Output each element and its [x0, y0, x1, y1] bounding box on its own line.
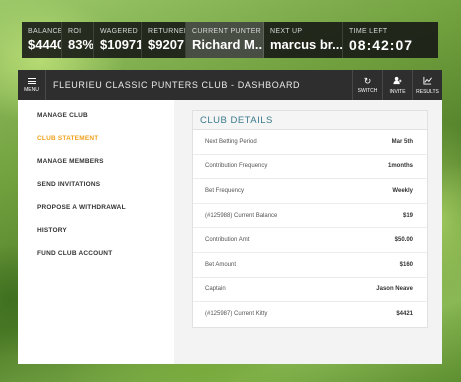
- sidebar-item-propose-withdrawal[interactable]: PROPOSE A WITHDRAWAL: [18, 201, 174, 224]
- top-bar: MENU FLEURIEU CLASSIC PUNTERS CLUB - DAS…: [18, 70, 442, 100]
- detail-value: Jason Neave: [376, 286, 413, 293]
- detail-key: (#125987) Current Kitty: [205, 311, 268, 318]
- results-label: RESULTS: [416, 88, 439, 95]
- detail-key: Contribution Amt: [205, 237, 250, 244]
- sidebar-item-manage-club[interactable]: MANAGE CLUB: [18, 109, 174, 132]
- stat-label: WAGERED: [100, 28, 139, 35]
- detail-row: (#125988) Current Balance $19: [193, 204, 427, 229]
- detail-row: (#125987) Current Kitty $4421: [193, 302, 427, 327]
- stat-value: 83%: [68, 37, 94, 52]
- stat-roi: ROI 83%: [62, 22, 94, 58]
- detail-row: Bet Frequency Weekly: [193, 179, 427, 204]
- menu-label: MENU: [24, 86, 39, 93]
- sidebar-item-manage-members[interactable]: MANAGE MEMBERS: [18, 155, 174, 178]
- stat-current-punter: CURRENT PUNTER Richard M...: [186, 22, 264, 58]
- stat-label: CURRENT PUNTER: [192, 28, 262, 35]
- sidebar-item-history[interactable]: HISTORY: [18, 224, 174, 247]
- stat-value: $9207: [148, 37, 185, 52]
- sidebar-item-club-statement[interactable]: CLUB STATEMENT: [18, 132, 174, 155]
- stats-bar: BALANCE $4440 ROI 83% WAGERED $10971 RET…: [22, 22, 438, 58]
- detail-row: Bet Amount $160: [193, 253, 427, 278]
- stat-time-left: TIME LEFT 08:42:07: [343, 22, 438, 58]
- detail-key: Bet Amount: [205, 261, 237, 268]
- page-title: FLEURIEU CLASSIC PUNTERS CLUB - DASHBOAR…: [53, 80, 301, 90]
- stat-wagered: WAGERED $10971: [94, 22, 142, 58]
- hamburger-icon: [27, 77, 36, 84]
- detail-value: Weekly: [392, 187, 413, 194]
- detail-value: $4421: [396, 311, 413, 318]
- detail-value: $160: [399, 261, 413, 268]
- detail-row: Contribution Amt $50.00: [193, 228, 427, 253]
- stat-returned: RETURNED $9207: [142, 22, 186, 58]
- stat-value: $10971: [100, 37, 142, 52]
- club-details-card: CLUB DETAILS Next Betting Period Mar 5th…: [192, 110, 428, 328]
- detail-key: Contribution Frequency: [205, 163, 268, 170]
- add-user-icon: [393, 76, 402, 87]
- invite-label: INVITE: [389, 88, 406, 95]
- detail-key: (#125988) Current Balance: [205, 212, 278, 219]
- menu-button[interactable]: MENU: [18, 70, 46, 100]
- stat-label: TIME LEFT: [349, 28, 388, 35]
- card-title: CLUB DETAILS: [193, 111, 427, 130]
- detail-value: $50.00: [394, 237, 413, 244]
- stat-label: RETURNED: [148, 28, 186, 35]
- detail-row: Captain Jason Neave: [193, 278, 427, 303]
- detail-value: 1months: [387, 163, 413, 170]
- detail-row: Contribution Frequency 1months: [193, 155, 427, 180]
- detail-value: Mar 5th: [391, 138, 413, 145]
- stat-balance: BALANCE $4440: [22, 22, 62, 58]
- stat-value: marcus br...: [270, 37, 343, 52]
- main-content: CLUB DETAILS Next Betting Period Mar 5th…: [174, 100, 442, 364]
- stat-value: 08:42:07: [349, 37, 414, 53]
- detail-key: Captain: [205, 286, 226, 293]
- stat-value: $4440: [28, 37, 62, 52]
- sidebar-item-fund-club-account[interactable]: FUND CLUB ACCOUNT: [18, 247, 174, 270]
- detail-value: $19: [402, 212, 413, 219]
- stat-label: NEXT UP: [270, 28, 303, 35]
- switch-button[interactable]: ↻ SWITCH: [352, 70, 382, 100]
- stat-next-up: NEXT UP marcus br...: [264, 22, 343, 58]
- detail-row: Next Betting Period Mar 5th: [193, 130, 427, 155]
- refresh-icon: ↻: [363, 76, 372, 86]
- sidebar: MANAGE CLUB CLUB STATEMENT MANAGE MEMBER…: [18, 100, 174, 364]
- invite-button[interactable]: INVITE: [382, 70, 412, 100]
- switch-label: SWITCH: [357, 88, 378, 94]
- stat-label: BALANCE: [28, 28, 62, 35]
- results-button[interactable]: RESULTS: [412, 70, 442, 100]
- detail-key: Bet Frequency: [205, 187, 245, 194]
- chart-icon: [423, 76, 432, 87]
- stat-value: Richard M...: [192, 37, 264, 52]
- sidebar-item-send-invitations[interactable]: SEND INVITATIONS: [18, 178, 174, 201]
- detail-key: Next Betting Period: [205, 138, 257, 145]
- stat-label: ROI: [68, 28, 82, 35]
- dashboard-panel: MENU FLEURIEU CLASSIC PUNTERS CLUB - DAS…: [18, 70, 442, 364]
